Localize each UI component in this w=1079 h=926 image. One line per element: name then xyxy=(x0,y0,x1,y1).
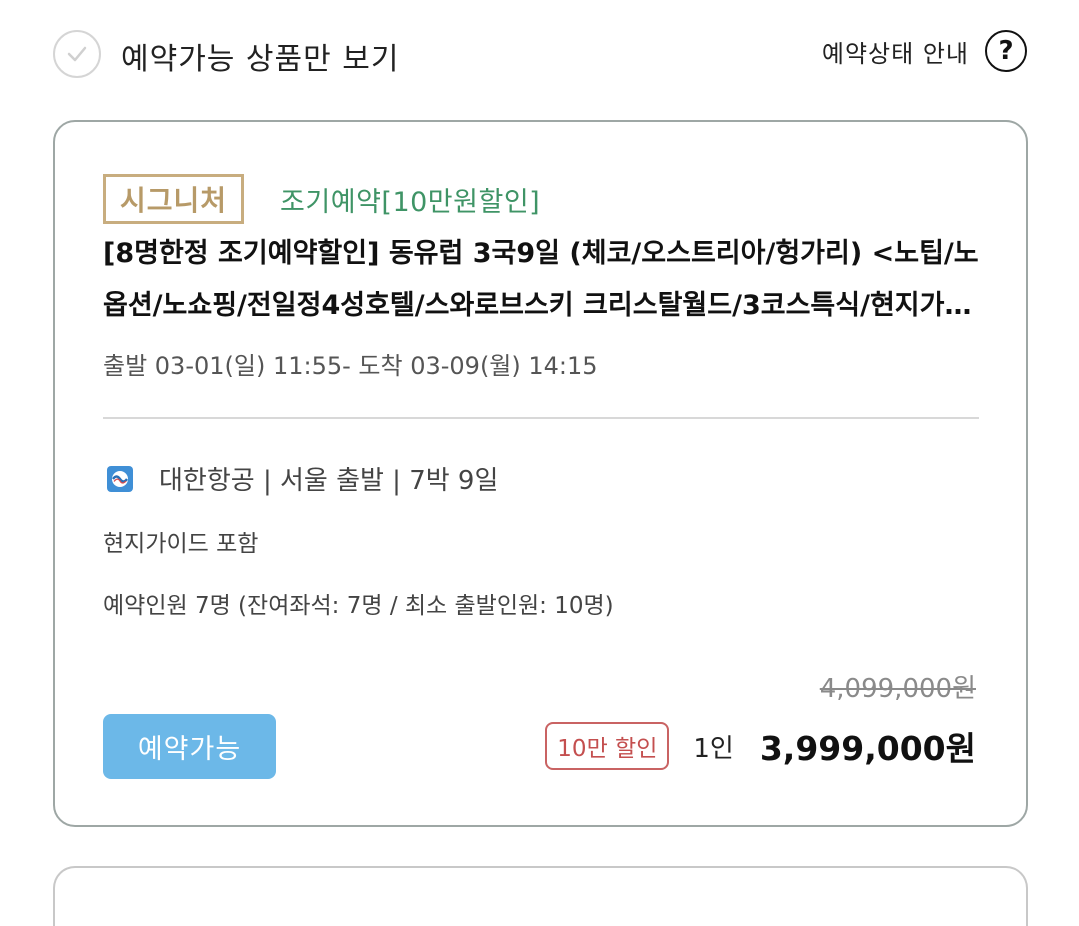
product-card[interactable]: 시그니처 조기예약[10만원할인] [8명한정 조기예약할인] 동유럽 3국9일… xyxy=(53,120,1028,827)
filter-bar: 예약가능 상품만 보기 예약상태 안내 ? xyxy=(0,0,1079,110)
airline-info: 대한항공 | 서울 출발 | 7박 9일 xyxy=(159,466,499,496)
seats-info: 예약인원 7명 (잔여좌석: 7명 / 최소 출발인원: 10명) xyxy=(103,593,614,619)
available-only-checkbox[interactable] xyxy=(53,30,101,78)
original-price: 4,099,000원 xyxy=(819,674,976,704)
check-icon xyxy=(67,46,87,62)
airline-row: 대한항공 | 서울 출발 | 7박 9일 xyxy=(107,460,498,497)
discount-badge: 10만 할인 xyxy=(545,722,670,770)
korean-air-logo-icon xyxy=(107,465,133,492)
help-icon[interactable]: ? xyxy=(985,30,1027,72)
per-person-label: 1인 xyxy=(693,733,734,764)
guide-info: 현지가이드 포함 xyxy=(103,531,259,557)
price-row: 10만 할인 1인 3,999,000원 xyxy=(545,720,976,772)
next-product-card[interactable] xyxy=(53,866,1028,926)
signature-badge: 시그니처 xyxy=(103,174,245,224)
divider xyxy=(103,417,979,419)
reservation-status-guide[interactable]: 예약상태 안내 ? xyxy=(822,30,1027,72)
flight-schedule: 출발 03-01(일) 11:55- 도착 03-09(월) 14:15 xyxy=(103,352,598,380)
product-tags: 시그니처 조기예약[10만원할인] xyxy=(103,174,540,224)
available-only-label[interactable]: 예약가능 상품만 보기 xyxy=(121,34,399,78)
reserve-button[interactable]: 예약가능 xyxy=(103,714,276,779)
promo-tag: 조기예약[10만원할인] xyxy=(280,186,541,218)
final-price: 3,999,000원 xyxy=(759,729,976,768)
product-title[interactable]: [8명한정 조기예약할인] 동유럽 3국9일 (체코/오스트리아/헝가리) <노… xyxy=(103,228,983,332)
status-guide-label: 예약상태 안내 xyxy=(821,39,969,68)
